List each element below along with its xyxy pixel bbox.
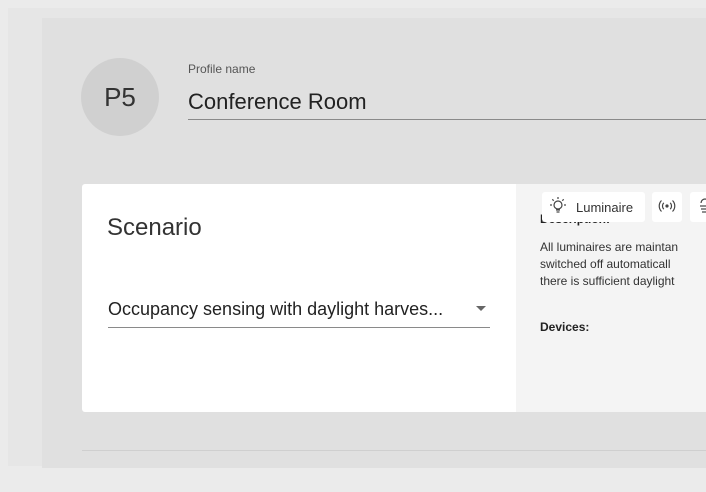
luminaire-icon xyxy=(548,196,568,219)
description-text: All luminaires are maintan switched off … xyxy=(540,239,706,290)
device-chip-daylight-sensor[interactable] xyxy=(690,192,706,222)
devices-label: Devices: xyxy=(540,320,590,334)
device-chip-luminaire[interactable]: Luminaire xyxy=(542,192,645,222)
dropdown-arrow-icon xyxy=(476,306,486,311)
profile-name-input[interactable] xyxy=(188,84,706,120)
sensor-icon xyxy=(657,196,677,219)
description-line: All luminaires are maintan xyxy=(540,240,679,254)
description-line: there is sufficient daylight xyxy=(540,274,675,288)
daylight-sensor-icon xyxy=(695,196,706,219)
device-chip-sensor[interactable] xyxy=(652,192,682,222)
description-line: switched off automaticall xyxy=(540,257,671,271)
app-background: P5 Profile name Scenario Occupancy sensi… xyxy=(0,0,706,492)
scenario-select[interactable]: Occupancy sensing with daylight harves..… xyxy=(108,290,490,328)
section-divider xyxy=(82,450,706,451)
scenario-title: Scenario xyxy=(107,214,202,241)
profile-avatar-text: P5 xyxy=(104,81,136,112)
scenario-select-value: Occupancy sensing with daylight harves..… xyxy=(108,299,444,319)
profile-name-label: Profile name xyxy=(188,62,256,76)
profile-avatar: P5 xyxy=(81,58,159,136)
device-chip-label: Luminaire xyxy=(576,199,634,215)
